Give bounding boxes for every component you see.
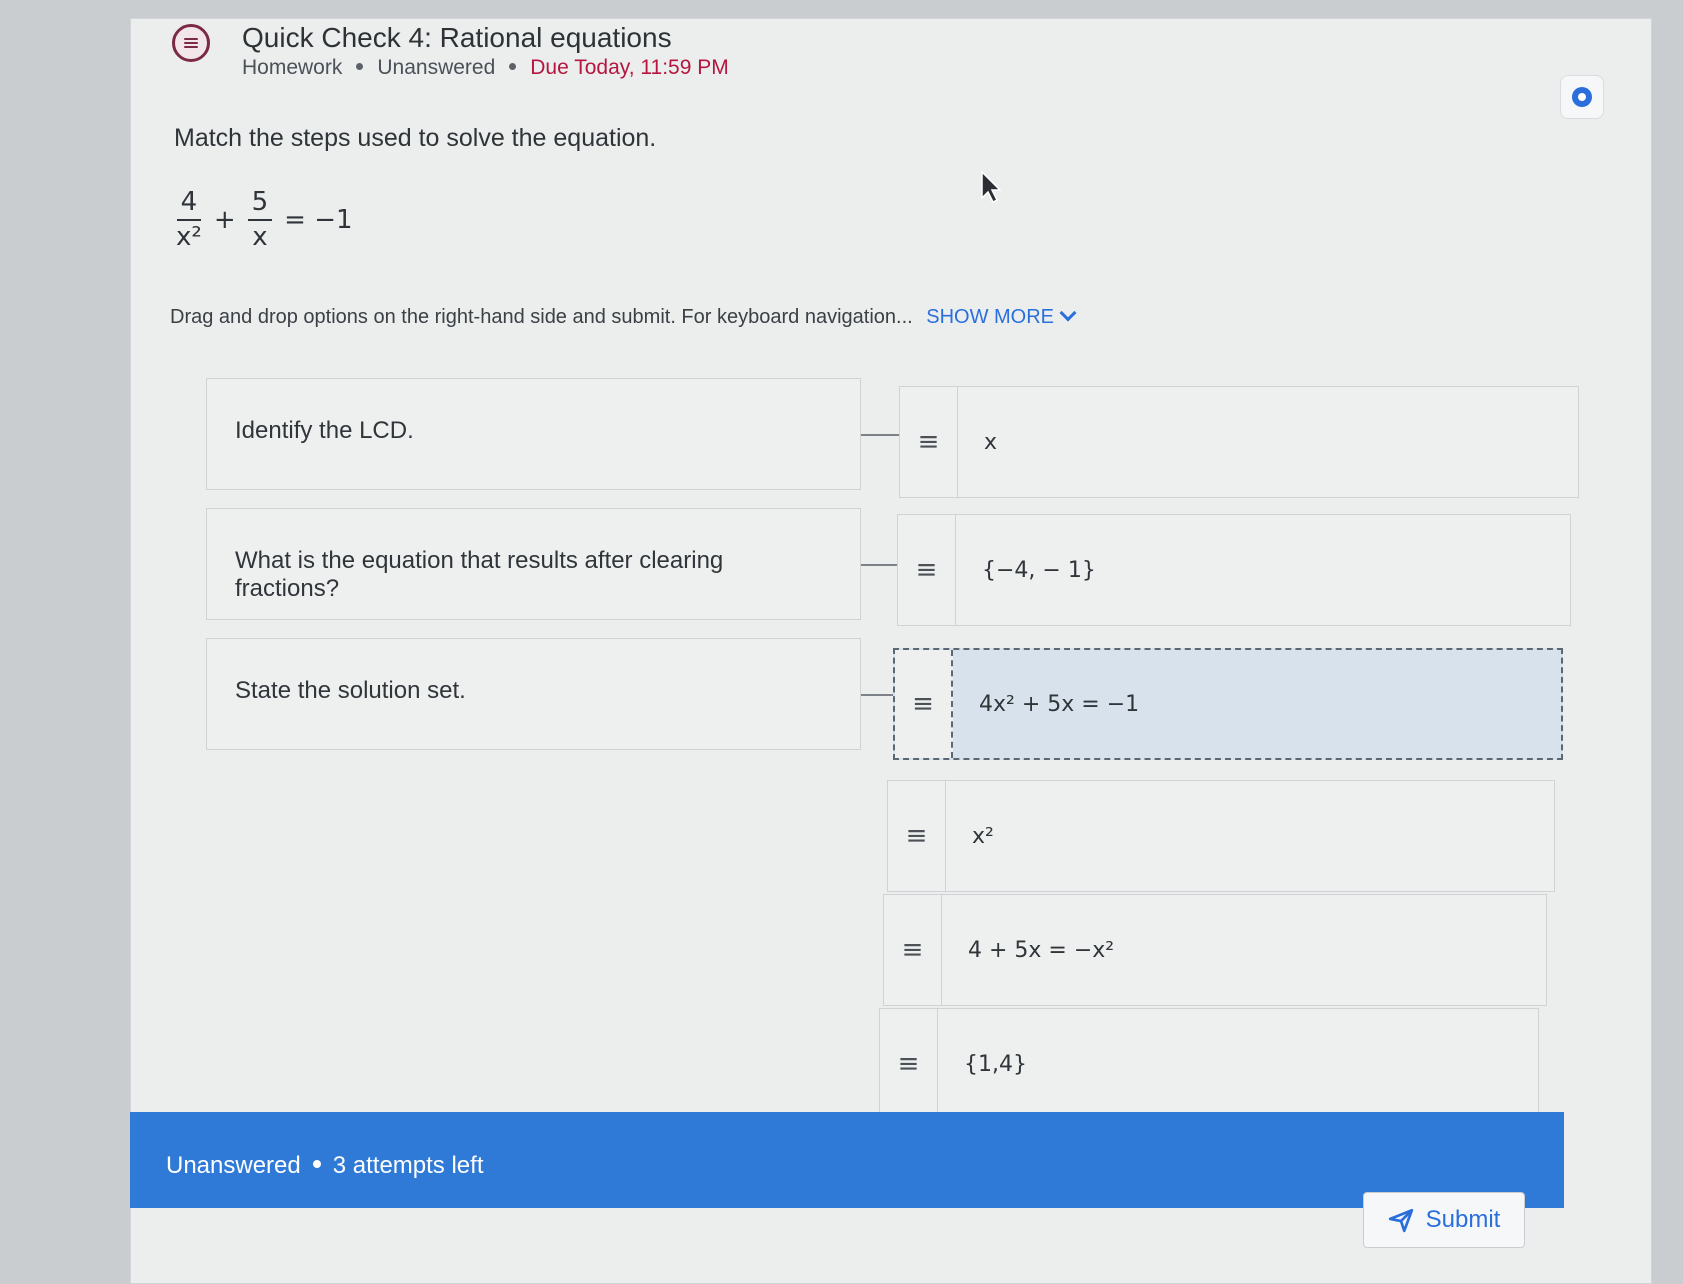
help-text: Drag and drop options on the right-hand … xyxy=(170,306,913,328)
status-footer: Unanswered 3 attempts left xyxy=(130,1112,1564,1208)
attempt-status: Unanswered 3 attempts left xyxy=(166,1152,484,1180)
fraction-4-over-x-squared: 4 x² xyxy=(176,187,202,252)
chevron-down-icon xyxy=(1059,304,1077,322)
drag-handle-icon[interactable]: ≡ xyxy=(884,895,942,1005)
drag-handle-icon[interactable]: ≡ xyxy=(888,781,946,891)
answer-value: {1,4} xyxy=(964,1051,1027,1077)
assignment-status: Unanswered xyxy=(377,56,496,79)
drag-handle-icon[interactable]: ≡ xyxy=(880,1009,938,1119)
attempts-left: 3 attempts left xyxy=(332,1152,484,1179)
show-more-link[interactable]: SHOW MORE xyxy=(926,304,1077,328)
answer-value: x xyxy=(984,429,998,455)
answer-option-4x2-plus-5x[interactable]: ≡ 4x² + 5x = −1 xyxy=(893,648,1563,760)
separator-dot xyxy=(356,62,364,70)
separator-dot xyxy=(509,62,517,70)
drag-handle-icon[interactable]: ≡ xyxy=(898,515,956,625)
separator-dot xyxy=(312,1160,321,1169)
match-connector xyxy=(861,694,893,696)
match-connector xyxy=(861,434,899,436)
plus-sign: + xyxy=(213,204,236,235)
prompt-solution-set: State the solution set. xyxy=(206,638,861,750)
answer-value: 4x² + 5x = −1 xyxy=(979,691,1140,717)
answer-option-x[interactable]: ≡ x xyxy=(899,386,1579,498)
question-instruction: Match the steps used to solve the equati… xyxy=(174,124,657,152)
answer-option-x-squared[interactable]: ≡ x² xyxy=(887,780,1555,892)
assignment-type: Homework xyxy=(242,56,343,79)
mouse-cursor-icon xyxy=(981,170,1002,204)
answer-value: {−4, − 1} xyxy=(982,557,1096,583)
assignment-meta: Homework Unanswered Due Today, 11:59 PM xyxy=(242,56,729,80)
answer-option-neg-4-neg-1[interactable]: ≡ {−4, − 1} xyxy=(897,514,1571,626)
answer-value: x² xyxy=(972,823,994,849)
answer-value: 4 + 5x = −x² xyxy=(968,937,1115,963)
submit-button[interactable]: Submit xyxy=(1363,1192,1525,1248)
prompt-clear-fractions: What is the equation that results after … xyxy=(206,508,861,620)
footer-status: Unanswered xyxy=(166,1152,301,1179)
fraction-5-over-x: 5x xyxy=(247,188,273,251)
answer-option-1-4[interactable]: ≡ {1,4} xyxy=(879,1008,1539,1120)
prompt-identify-lcd: Identify the LCD. xyxy=(206,378,861,490)
drag-handle-icon[interactable]: ≡ xyxy=(895,650,953,758)
quick-check-icon xyxy=(172,24,210,62)
submit-label: Submit xyxy=(1425,1206,1501,1233)
send-icon xyxy=(1388,1208,1413,1233)
answer-option-4-plus-5x[interactable]: ≡ 4 + 5x = −x² xyxy=(883,894,1547,1006)
equation-rhs: = −1 xyxy=(284,204,353,235)
drag-handle-icon[interactable]: ≡ xyxy=(900,387,958,497)
match-connector xyxy=(861,564,897,566)
due-date: Due Today, 11:59 PM xyxy=(530,56,729,79)
page-title: Quick Check 4: Rational equations xyxy=(242,22,672,53)
drag-drop-help: Drag and drop options on the right-hand … xyxy=(170,304,1077,329)
equation: 4 x² + 5x = −1 xyxy=(172,188,361,251)
info-badge-icon[interactable] xyxy=(1560,75,1604,119)
